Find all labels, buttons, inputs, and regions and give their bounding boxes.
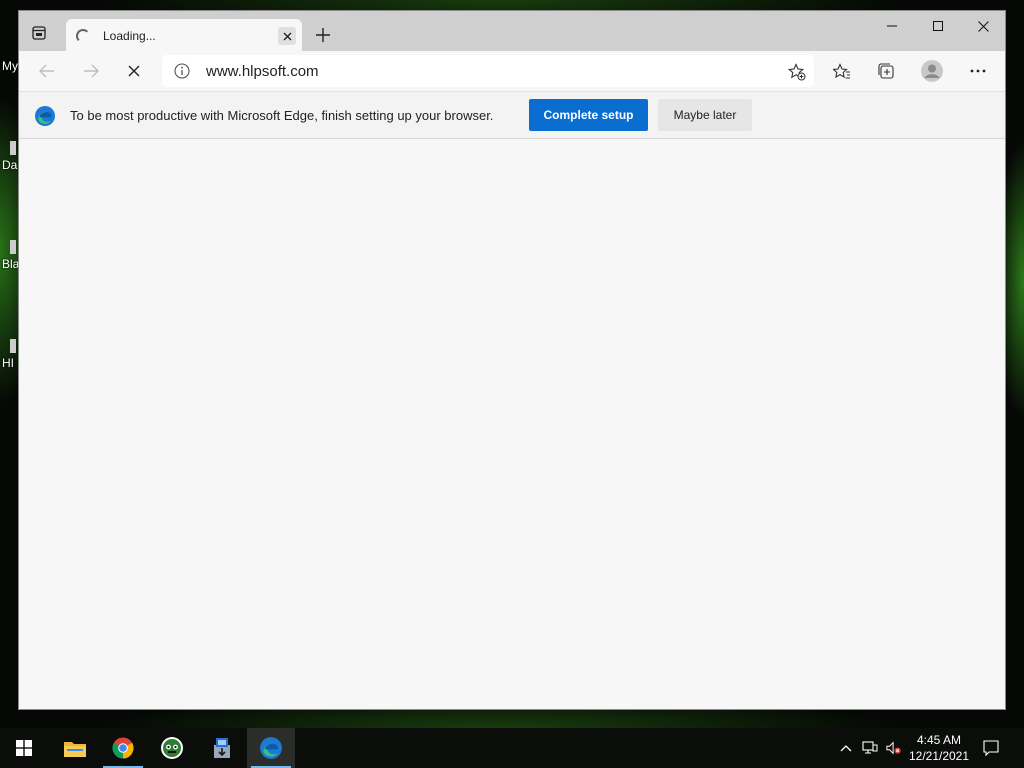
tab-active[interactable]: Loading... bbox=[66, 19, 302, 51]
infobar-message: To be most productive with Microsoft Edg… bbox=[70, 108, 494, 123]
tab-close-button[interactable] bbox=[278, 27, 296, 45]
desktop-icon-label[interactable]: Bla bbox=[2, 257, 19, 271]
start-button[interactable] bbox=[0, 728, 48, 768]
setup-infobar: To be most productive with Microsoft Edg… bbox=[19, 91, 1005, 139]
address-bar[interactable]: www.hlpsoft.com bbox=[162, 55, 814, 87]
desktop-icon[interactable] bbox=[10, 141, 16, 155]
minimize-button[interactable] bbox=[869, 11, 915, 41]
site-info-icon[interactable] bbox=[174, 63, 190, 79]
new-tab-button[interactable] bbox=[313, 25, 333, 45]
desktop-icon-label[interactable]: My bbox=[2, 59, 18, 73]
add-favorite-icon[interactable] bbox=[786, 61, 808, 83]
url-text[interactable]: www.hlpsoft.com bbox=[206, 63, 319, 80]
desktop-icon-label[interactable]: HI bbox=[2, 356, 14, 370]
browser-window: Loading... www.hlpsoft.com To be most pr… bbox=[18, 10, 1006, 710]
edge-taskbar-icon[interactable] bbox=[247, 728, 295, 768]
tab-title: Loading... bbox=[103, 29, 156, 43]
chrome-icon[interactable] bbox=[99, 728, 147, 768]
close-window-button[interactable] bbox=[960, 11, 1006, 41]
edge-logo-icon bbox=[34, 105, 56, 127]
forward-button[interactable] bbox=[77, 59, 105, 83]
notification-center-icon[interactable] bbox=[983, 740, 999, 756]
clock-time: 4:45 AM bbox=[916, 733, 962, 747]
profile-avatar[interactable] bbox=[918, 59, 946, 83]
tab-actions-icon[interactable] bbox=[31, 25, 47, 41]
tab-strip: Loading... bbox=[19, 11, 1005, 51]
system-clock[interactable]: 4:45 AM 12/21/2021 bbox=[906, 732, 972, 764]
volume-muted-icon[interactable] bbox=[886, 740, 902, 756]
more-menu-button[interactable] bbox=[964, 59, 992, 83]
maximize-button[interactable] bbox=[915, 11, 961, 41]
desktop-icon-label[interactable]: Da bbox=[2, 158, 17, 172]
complete-setup-button[interactable]: Complete setup bbox=[529, 99, 648, 131]
clock-date: 12/21/2021 bbox=[908, 749, 970, 763]
chevron-up-icon[interactable] bbox=[838, 740, 854, 756]
taskbar: 4:45 AM 12/21/2021 bbox=[0, 728, 1024, 768]
maybe-later-button[interactable]: Maybe later bbox=[658, 99, 752, 131]
tor-bot-icon[interactable] bbox=[148, 728, 196, 768]
stop-loading-button[interactable] bbox=[120, 59, 148, 83]
file-explorer-icon[interactable] bbox=[51, 728, 99, 768]
desktop-icon[interactable] bbox=[10, 339, 16, 353]
installer-icon[interactable] bbox=[198, 728, 246, 768]
network-icon[interactable] bbox=[862, 740, 878, 756]
desktop-icon[interactable] bbox=[10, 240, 16, 254]
back-button[interactable] bbox=[33, 59, 61, 83]
toolbar: www.hlpsoft.com bbox=[19, 51, 1005, 91]
loading-spinner-icon bbox=[76, 29, 90, 43]
page-content[interactable] bbox=[19, 139, 1005, 709]
favorites-button[interactable] bbox=[828, 59, 856, 83]
collections-button[interactable] bbox=[872, 59, 900, 83]
